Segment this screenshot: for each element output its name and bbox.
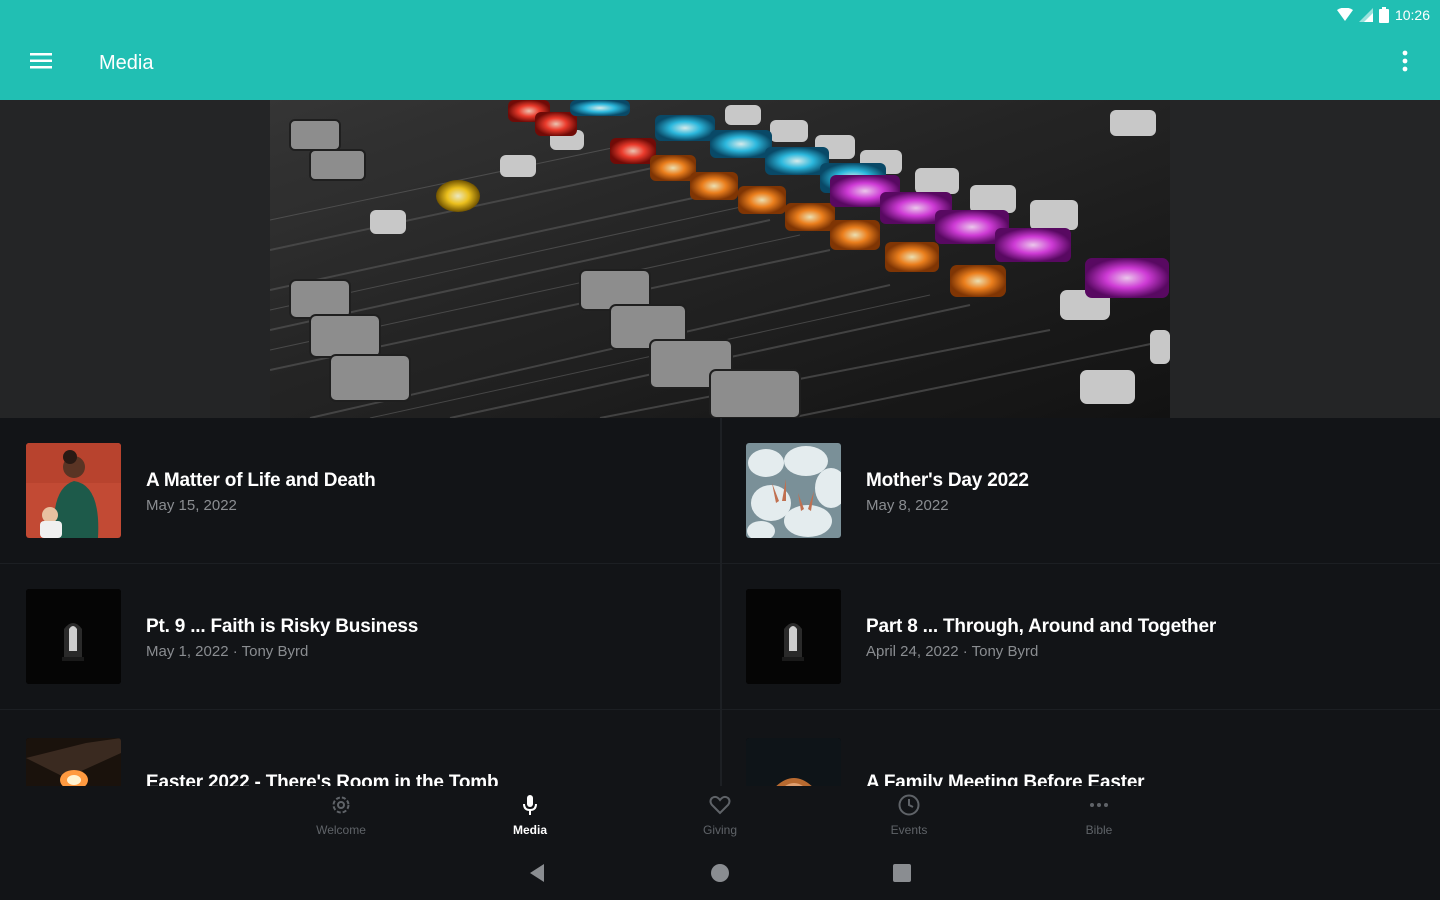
media-date: May 8, 2022 [866,497,949,514]
page-title: Media [99,52,154,74]
media-date: April 24, 2022 · Tony Byrd [866,643,1039,660]
media-date: May 15, 2022 [146,497,237,514]
home-circle-icon [710,863,730,888]
clock-icon [896,792,922,818]
media-list-item[interactable]: Mother's Day 2022 May 8, 2022 [720,418,1440,564]
media-date: May 1, 2022 · Tony Byrd [146,643,309,660]
media-list-item[interactable]: Part 8 ... Through, Around and Together … [720,564,1440,710]
hamburger-menu-icon [30,52,52,74]
microphone-icon [517,792,543,818]
media-list-item[interactable]: A Family Meeting Before Easter [720,710,1440,786]
gear-icon [328,792,354,818]
more-horizontal-icon [1086,792,1112,818]
back-triangle-icon [528,863,546,888]
system-navigation-bar [0,842,1440,900]
media-title: Part 8 ... Through, Around and Together [866,616,1217,637]
nav-item-giving[interactable]: Giving [660,792,780,842]
recents-button[interactable] [882,860,922,890]
media-thumbnail [746,589,841,684]
bottom-navigation: Welcome Media Giving Events Bible [0,786,1440,842]
media-title: A Family Meeting Before Easter [866,772,1145,786]
nav-label-welcome: Welcome [316,823,366,837]
nav-item-welcome[interactable]: Welcome [281,792,401,842]
overflow-menu-button[interactable] [1390,46,1420,80]
media-title: Mother's Day 2022 [866,470,1029,491]
nav-item-bible[interactable]: Bible [1039,792,1159,842]
mixing-console-image [270,100,1170,418]
column-divider [720,418,722,786]
media-list-item[interactable]: A Matter of Life and Death May 15, 2022 [0,418,720,564]
recents-square-icon [892,863,912,888]
nav-item-events[interactable]: Events [849,792,969,842]
nav-label-giving: Giving [702,823,737,837]
battery-icon [1378,7,1389,23]
app-bar: 10:26 Media [0,0,1440,100]
media-title: Pt. 9 ... Faith is Risky Business [146,616,419,637]
nav-label-media: Media [512,823,547,837]
media-thumbnail [26,443,121,538]
status-time: 10:26 [1394,7,1430,23]
media-thumbnail [746,738,841,786]
signal-icon [1358,8,1373,22]
status-bar: 10:26 [1336,5,1430,25]
media-thumbnail [746,443,841,538]
heart-icon [707,792,733,818]
media-thumbnail [26,589,121,684]
nav-label-bible: Bible [1085,823,1113,837]
nav-label-events: Events [890,823,928,837]
nav-item-media[interactable]: Media [470,792,590,842]
home-button[interactable] [700,860,740,890]
media-list-item[interactable]: Pt. 9 ... Faith is Risky Business May 1,… [0,564,720,710]
wifi-icon [1336,8,1353,22]
media-title: A Matter of Life and Death [146,470,376,491]
menu-button[interactable] [22,44,60,82]
media-screen: 10:26 Media A Matter of Life and Death M… [0,0,1440,900]
hero-image [270,100,1170,418]
back-button[interactable] [517,860,557,890]
media-title: Easter 2022 - There's Room in the Tomb [146,772,499,786]
media-list-item[interactable]: Easter 2022 - There's Room in the Tomb [0,710,720,786]
more-vertical-icon [1402,50,1408,77]
media-thumbnail [26,738,121,786]
